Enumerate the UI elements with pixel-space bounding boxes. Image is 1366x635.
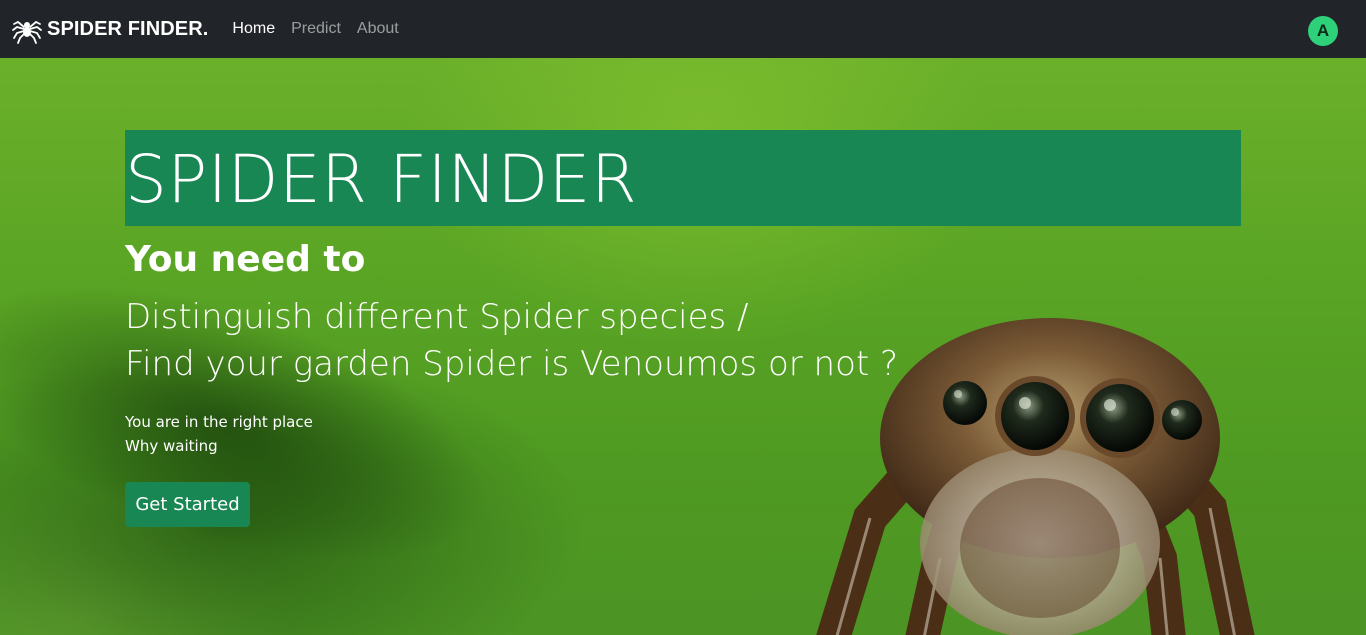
- hero-text: You are in the right place Why waiting: [125, 410, 313, 458]
- brand-link[interactable]: SPIDER FINDER.: [12, 14, 208, 44]
- top-navbar: SPIDER FINDER. Home Predict About A: [0, 0, 1366, 58]
- user-avatar[interactable]: A: [1308, 16, 1338, 46]
- spider-icon: [12, 20, 42, 44]
- hero-subtitle: You need to: [125, 239, 366, 280]
- nav-links: Home Predict About: [232, 20, 414, 38]
- lead-line-2: Find your garden Spider is Venoumos or n…: [125, 344, 899, 384]
- nav-link-about[interactable]: About: [357, 20, 399, 38]
- nav-link-predict[interactable]: Predict: [291, 20, 341, 38]
- text-line-1: You are in the right place: [125, 413, 313, 431]
- text-line-2: Why waiting: [125, 437, 218, 455]
- brand-name: SPIDER FINDER.: [47, 17, 209, 40]
- lead-line-1: Distinguish different Spider species /: [125, 297, 749, 337]
- hero-title: SPIDER FINDER: [125, 141, 638, 218]
- hero-section: SPIDER FINDER You need to Distinguish di…: [0, 58, 1366, 635]
- get-started-button[interactable]: Get Started: [125, 482, 250, 527]
- nav-link-home[interactable]: Home: [232, 20, 275, 38]
- hero-lead: Distinguish different Spider species / F…: [125, 294, 898, 388]
